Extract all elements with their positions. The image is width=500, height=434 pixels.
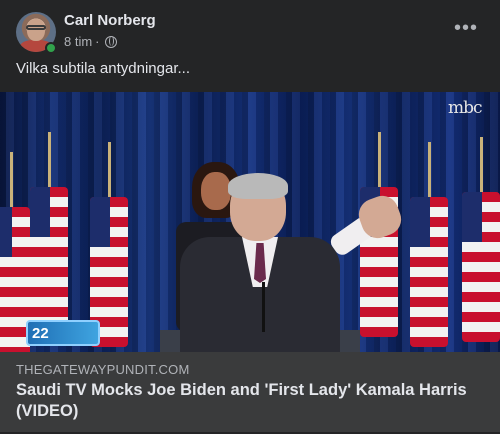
post-header: Carl Norberg 8 tim · ••• xyxy=(0,0,500,56)
show-badge: 22 xyxy=(26,320,100,346)
people-on-stage xyxy=(150,162,410,352)
online-status-dot xyxy=(45,42,57,54)
microphone xyxy=(262,282,265,332)
meta-separator: · xyxy=(95,34,100,49)
link-preview[interactable]: THEGATEWAYPUNDIT.COM Saudi TV Mocks Joe … xyxy=(0,352,500,432)
channel-logo: mbc xyxy=(448,98,483,118)
flag xyxy=(462,137,500,342)
link-domain: THEGATEWAYPUNDIT.COM xyxy=(16,362,190,377)
flag xyxy=(90,142,128,347)
show-badge-text: 22 xyxy=(32,325,49,342)
author-name[interactable]: Carl Norberg xyxy=(64,12,156,29)
flag xyxy=(410,142,448,347)
post-video-thumbnail[interactable]: mbc 22 xyxy=(0,92,500,352)
flag xyxy=(30,132,68,337)
post-meta: 8 tim · xyxy=(64,34,117,49)
more-options-button[interactable]: ••• xyxy=(448,14,484,46)
post-text: Vilka subtila antydningar... xyxy=(16,60,191,77)
link-title[interactable]: Saudi TV Mocks Joe Biden and 'First Lady… xyxy=(16,380,486,422)
globe-icon xyxy=(104,35,117,48)
post-time[interactable]: 8 tim xyxy=(64,34,92,49)
man-figure xyxy=(180,173,410,352)
